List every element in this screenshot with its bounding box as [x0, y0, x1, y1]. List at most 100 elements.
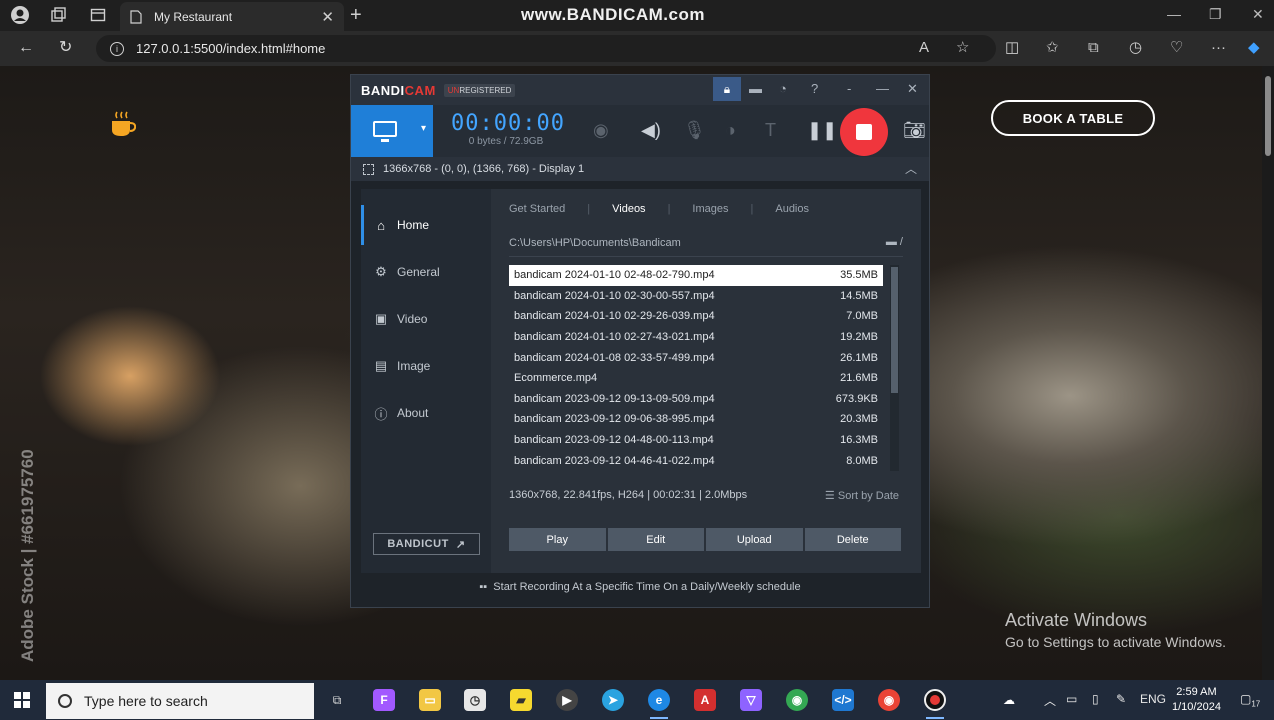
browser-essentials-icon[interactable]: ♡: [1170, 39, 1183, 57]
history-icon[interactable]: ◷: [1129, 39, 1142, 57]
play-button[interactable]: Play: [509, 528, 606, 551]
tab-images[interactable]: Images: [692, 203, 728, 215]
stop-recording-button[interactable]: [840, 108, 888, 156]
cursor-effect-icon[interactable]: ◑: [725, 120, 736, 141]
bandicam-taskbar-icon[interactable]: [924, 689, 946, 711]
bandicam-minimize-icon[interactable]: —: [876, 81, 889, 96]
file-row[interactable]: bandicam 2023-09-12 04-46-41-022.mp4 8.0M…: [509, 450, 883, 471]
screen-mode-button[interactable]: ▾: [351, 105, 433, 157]
file-row[interactable]: bandicam 2024-01-10 02-27-43-021.mp4 19.2…: [509, 327, 883, 348]
clock-icon[interactable]: ◔: [779, 81, 787, 96]
minimize-to-tray-icon[interactable]: -: [847, 81, 851, 96]
delete-button[interactable]: Delete: [804, 528, 901, 551]
schedule-recording-link[interactable]: ▪▪ Start Recording At a Specific Time On…: [351, 581, 929, 593]
tab-videos[interactable]: Videos: [612, 203, 645, 215]
show-hidden-icons-icon[interactable]: ︿: [1044, 692, 1056, 709]
chevron-down-icon[interactable]: ▾: [421, 123, 426, 134]
edge-icon[interactable]: e: [648, 689, 670, 711]
clock-time: 2:59 AM: [1176, 686, 1217, 698]
book-table-button[interactable]: BOOK A TABLE: [991, 100, 1155, 136]
windows-start-icon[interactable]: [14, 692, 30, 708]
speaker-icon[interactable]: ◀): [641, 120, 661, 141]
refresh-icon[interactable]: ↻: [59, 39, 72, 57]
split-screen-icon[interactable]: ◫: [1005, 39, 1019, 57]
tab-actions-icon[interactable]: [86, 4, 110, 26]
copilot-icon[interactable]: ◆: [1248, 39, 1260, 57]
display-selector[interactable]: 1366x768 - (0, 0), (1366, 768) - Display…: [351, 157, 929, 181]
sidebar-item-home[interactable]: ⌂ Home: [361, 205, 491, 245]
file-row[interactable]: bandicam 2023-09-12 09-06-38-995.mp4 20.3…: [509, 409, 883, 430]
file-row[interactable]: bandicam 2024-01-10 02-29-26-039.mp4 7.0M…: [509, 306, 883, 327]
url-bar[interactable]: i 127.0.0.1:5500/index.html#home: [96, 35, 996, 62]
more-options-icon[interactable]: ···: [1211, 39, 1226, 57]
file-explorer-icon[interactable]: ▭: [419, 689, 441, 711]
file-row[interactable]: bandicam 2024-01-10 02-48-02-790.mp4 35.5…: [509, 265, 883, 286]
read-aloud-icon[interactable]: A: [919, 39, 929, 57]
sidebar-item-about[interactable]: ⓘ About: [361, 393, 491, 433]
page-scrollbar[interactable]: [1262, 66, 1274, 680]
edit-button[interactable]: Edit: [607, 528, 704, 551]
tab-get-started[interactable]: Get Started: [509, 203, 565, 215]
favorites-icon[interactable]: ✩: [1046, 39, 1059, 57]
network-icon[interactable]: ▭: [1066, 692, 1077, 706]
pause-icon[interactable]: ❚❚: [807, 120, 837, 141]
chat-icon: ▪▪: [479, 581, 488, 593]
webcam-off-icon[interactable]: ◉: [593, 120, 609, 141]
close-window-icon[interactable]: ✕: [1252, 6, 1264, 23]
microphone-off-icon[interactable]: 🎙︎: [683, 120, 706, 141]
activate-subtitle: Go to Settings to activate Windows.: [1005, 634, 1226, 650]
workspaces-icon[interactable]: [46, 4, 70, 26]
clock-app-icon[interactable]: ◷: [464, 689, 486, 711]
open-folder-icon[interactable]: ▬ /: [886, 236, 903, 248]
battery-icon[interactable]: ▯: [1092, 692, 1099, 706]
language-indicator[interactable]: ENG: [1140, 692, 1166, 706]
stock-watermark: Adobe Stock | #661975760: [18, 449, 37, 662]
bandicut-button[interactable]: BANDICUT ↗: [373, 533, 480, 555]
collections-icon[interactable]: ⧉: [1088, 39, 1099, 57]
file-row[interactable]: bandicam 2024-01-08 02-33-57-499.mp4 26.1…: [509, 347, 883, 368]
tab-audios[interactable]: Audios: [775, 203, 809, 215]
lock-icon[interactable]: 🔒︎: [713, 77, 741, 101]
minimize-icon[interactable]: —: [1167, 6, 1181, 22]
notifications-icon[interactable]: ▢17: [1240, 692, 1260, 708]
new-tab-icon[interactable]: +: [350, 4, 362, 26]
upload-button[interactable]: Upload: [706, 528, 803, 551]
sidebar-item-general[interactable]: ⚙ General: [361, 252, 491, 292]
chrome-icon[interactable]: ◉: [786, 689, 808, 711]
pen-icon[interactable]: ✎: [1116, 692, 1126, 706]
sidebar-item-video[interactable]: ▣ Video: [361, 299, 491, 339]
task-view-icon[interactable]: ⧉: [326, 689, 348, 711]
file-row[interactable]: bandicam 2023-09-12 09-13-09-509.mp4 673.…: [509, 389, 883, 410]
chrome-profile-icon[interactable]: ◉: [878, 689, 900, 711]
folder-icon[interactable]: ▬: [749, 81, 762, 96]
chevron-up-icon[interactable]: ︿: [905, 160, 917, 177]
file-row[interactable]: Ecommerce.mp4 21.6MB: [509, 368, 883, 389]
restore-icon[interactable]: ❐: [1209, 6, 1222, 23]
file-row[interactable]: bandicam 2024-01-10 02-30-00-557.mp4 14.5…: [509, 286, 883, 307]
bandicam-titlebar: BANDICAM UNREGISTERED 🔒︎ ▬ ◔ ? - — ✕: [351, 75, 929, 105]
close-tab-icon[interactable]: ✕: [321, 8, 334, 26]
site-info-icon[interactable]: i: [110, 41, 124, 56]
screenshot-camera-icon[interactable]: 📷︎: [903, 120, 926, 141]
text-overlay-icon[interactable]: T: [765, 120, 776, 141]
sort-by-date-button[interactable]: ☰ Sort by Date: [825, 489, 899, 502]
sidebar-item-image[interactable]: ▤ Image: [361, 346, 491, 386]
figma-icon[interactable]: F: [373, 689, 395, 711]
weather-icon[interactable]: ☁: [998, 689, 1020, 711]
profile-icon[interactable]: [8, 4, 32, 26]
vscode-icon[interactable]: </>: [832, 689, 854, 711]
taskbar-search[interactable]: Type here to search: [46, 683, 314, 719]
taskbar-clock[interactable]: 2:59 AM 1/10/2024: [1172, 685, 1221, 715]
media-player-icon[interactable]: ▶: [556, 689, 578, 711]
help-icon[interactable]: ?: [811, 81, 818, 96]
favorite-star-icon[interactable]: ☆: [956, 39, 969, 57]
telegram-icon[interactable]: ➤: [602, 689, 624, 711]
bandicam-close-icon[interactable]: ✕: [907, 81, 918, 97]
back-icon[interactable]: ←: [18, 39, 34, 57]
angular-icon[interactable]: A: [694, 689, 716, 711]
file-list-scrollbar[interactable]: [890, 265, 899, 471]
tab-my-restaurant[interactable]: My Restaurant ✕: [120, 2, 344, 31]
sticky-notes-icon[interactable]: ▰: [510, 689, 532, 711]
file-row[interactable]: bandicam 2023-09-12 04-48-00-113.mp4 16.3…: [509, 430, 883, 451]
vector-app-icon[interactable]: ▽: [740, 689, 762, 711]
